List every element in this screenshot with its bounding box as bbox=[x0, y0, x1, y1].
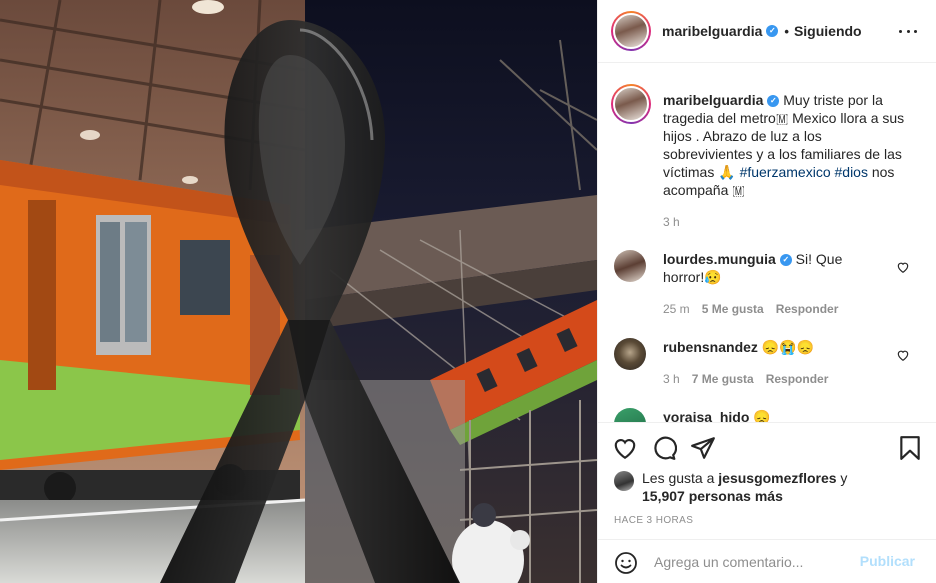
comment-likes[interactable]: 7 Me gusta bbox=[692, 372, 754, 386]
comment-meta: 25 m 5 Me gusta Responder bbox=[663, 302, 850, 316]
comment-time: 25 m bbox=[663, 302, 690, 316]
hashtag-link[interactable]: #fuerzamexico bbox=[740, 164, 831, 180]
comment-text: rubensnandez 😞😭😞 bbox=[663, 338, 887, 356]
comments-list[interactable]: maribelguardia ✓ Muy triste por la traged… bbox=[598, 64, 936, 422]
post-image[interactable] bbox=[0, 0, 597, 583]
verified-badge-icon: ✓ bbox=[766, 25, 779, 37]
like-heart-icon[interactable] bbox=[612, 435, 638, 461]
add-comment-bar: Publicar bbox=[598, 539, 936, 583]
post-actions: Les gusta a jesusgomezflores y 15,907 pe… bbox=[598, 422, 936, 539]
save-bookmark-icon[interactable] bbox=[897, 435, 923, 461]
separator-dot: • bbox=[784, 23, 789, 39]
likes-count[interactable]: 15,907 personas más bbox=[642, 487, 872, 505]
commenter-avatar[interactable] bbox=[614, 408, 646, 422]
post-header: maribelguardia ✓ • Siguiendo bbox=[598, 0, 936, 63]
commenter-avatar[interactable] bbox=[614, 250, 646, 282]
commenter-username[interactable]: lourdes.munguia bbox=[663, 251, 776, 267]
commenter-avatar[interactable] bbox=[614, 338, 646, 370]
comment-time: 3 h bbox=[663, 372, 680, 386]
post-side-panel: maribelguardia ✓ • Siguiendo maribelguar… bbox=[597, 0, 936, 583]
emoji-icon[interactable] bbox=[614, 551, 638, 575]
comment-body: 😞😭😞 bbox=[757, 339, 815, 355]
liker-username[interactable]: jesusgomezflores bbox=[718, 470, 836, 486]
publish-button[interactable]: Publicar bbox=[860, 553, 915, 569]
likes-conj: y bbox=[836, 470, 848, 486]
reply-button[interactable]: Responder bbox=[766, 372, 829, 386]
commenter-username[interactable]: yoraisa_hido bbox=[663, 409, 749, 422]
caption-time: 3 h bbox=[663, 215, 680, 229]
commenter-username[interactable]: rubensnandez bbox=[663, 339, 758, 355]
comment-likes[interactable]: 5 Me gusta bbox=[702, 302, 764, 316]
instagram-post: maribelguardia ✓ • Siguiendo maribelguar… bbox=[0, 0, 936, 583]
author-username[interactable]: maribelguardia bbox=[662, 23, 762, 39]
post-timestamp[interactable]: HACE 3 HORAS bbox=[614, 515, 693, 526]
hashtag-link[interactable]: #dios bbox=[835, 164, 868, 180]
post-photo bbox=[0, 0, 597, 583]
share-paper-plane-icon[interactable] bbox=[690, 435, 716, 461]
verified-badge-icon: ✓ bbox=[779, 254, 792, 267]
comment-input[interactable] bbox=[654, 548, 854, 576]
caption-username[interactable]: maribelguardia bbox=[663, 92, 763, 108]
author-avatar[interactable] bbox=[611, 11, 651, 51]
caption-text: maribelguardia ✓ Muy triste por la traged… bbox=[663, 91, 915, 231]
likes-prefix: Les gusta a bbox=[642, 470, 719, 486]
comment-text: lourdes.munguia ✓ Si! Que horror!😥 bbox=[663, 250, 887, 286]
like-comment-heart-icon[interactable] bbox=[896, 348, 910, 362]
comment-body: 😞 bbox=[749, 409, 771, 422]
liker-avatar[interactable] bbox=[614, 471, 634, 491]
more-options-icon[interactable] bbox=[899, 22, 917, 40]
comment-text: yoraisa_hido 😞 bbox=[663, 408, 887, 422]
comment-bubble-icon[interactable] bbox=[651, 435, 677, 461]
following-button[interactable]: Siguiendo bbox=[794, 23, 862, 39]
comment-meta: 3 h 7 Me gusta Responder bbox=[663, 372, 840, 386]
like-comment-heart-icon[interactable] bbox=[896, 260, 910, 274]
reply-button[interactable]: Responder bbox=[776, 302, 839, 316]
caption-author-avatar[interactable] bbox=[611, 84, 651, 124]
verified-badge-icon: ✓ bbox=[767, 95, 780, 108]
